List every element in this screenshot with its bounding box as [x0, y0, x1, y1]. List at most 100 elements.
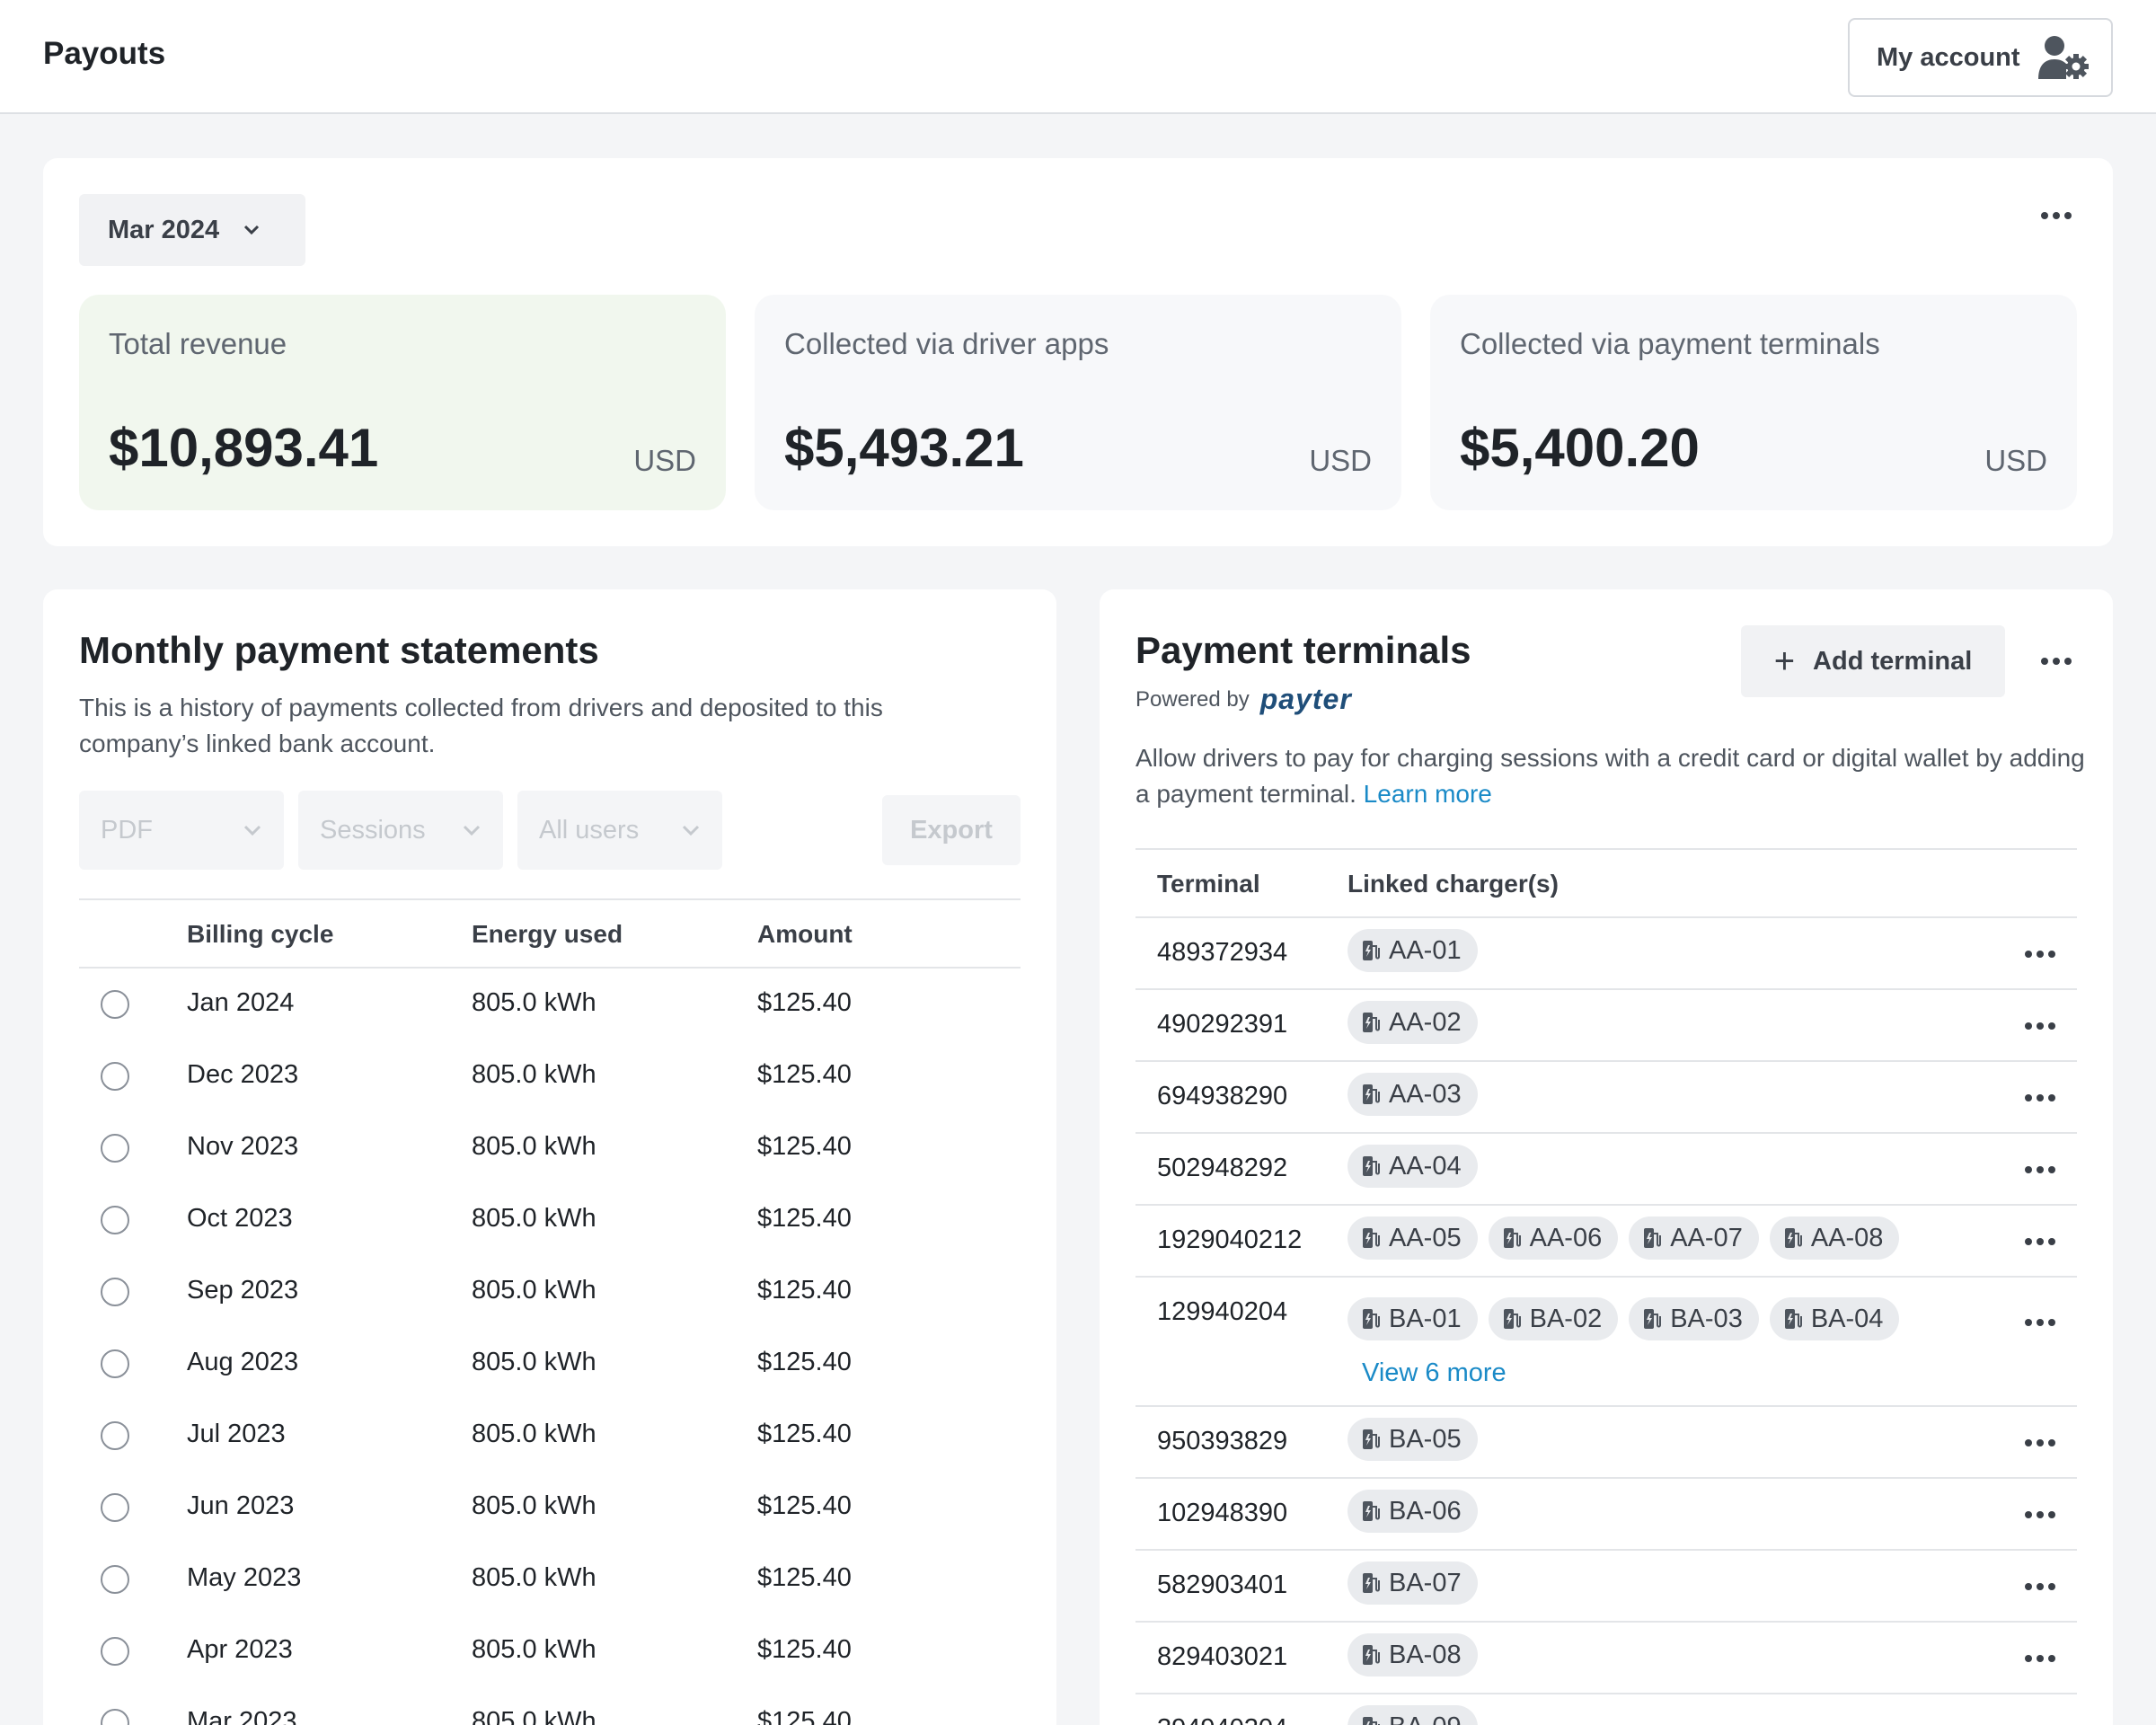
terminal-id: 489372934	[1157, 938, 1288, 967]
charger-icon	[1363, 1501, 1380, 1521]
amount-cell: $125.40	[757, 1132, 852, 1161]
amount-cell: $125.40	[757, 1420, 852, 1448]
users-select[interactable]: All users	[517, 791, 722, 870]
amount-cell: $125.40	[757, 1276, 852, 1305]
statement-row[interactable]: Aug 2023 805.0 kWh $125.40	[79, 1328, 1021, 1400]
stat-label: Collected via payment terminals	[1460, 327, 1880, 360]
charger-chip-label: AA-01	[1389, 935, 1462, 965]
charger-chip[interactable]: BA-02	[1488, 1297, 1619, 1340]
statement-row[interactable]: Oct 2023 805.0 kWh $125.40	[79, 1184, 1021, 1256]
charger-chip[interactable]: BA-09	[1348, 1705, 1478, 1725]
users-select-value: All users	[539, 815, 640, 845]
stat-total-revenue: Total revenue $10,893.41 USD	[79, 295, 726, 510]
terminal-row[interactable]: 502948292 AA-04	[1135, 1134, 2077, 1206]
charger-chip[interactable]: AA-08	[1769, 1216, 1900, 1260]
add-terminal-button[interactable]: + Add terminal	[1741, 625, 2005, 697]
row-more-dots-icon[interactable]	[2025, 1319, 2055, 1326]
export-button[interactable]: Export	[882, 795, 1021, 865]
charger-chip-label: BA-05	[1389, 1424, 1462, 1454]
charger-chip[interactable]: AA-02	[1348, 1001, 1478, 1044]
statement-row[interactable]: Dec 2023 805.0 kWh $125.40	[79, 1040, 1021, 1112]
statement-row[interactable]: Jun 2023 805.0 kWh $125.40	[79, 1472, 1021, 1544]
stat-label: Total revenue	[109, 327, 287, 360]
row-more-dots-icon[interactable]	[2025, 1094, 2055, 1101]
column-header: Billing cycle	[187, 920, 334, 948]
terminal-row[interactable]: 829403021 BA-08	[1135, 1623, 2077, 1694]
terminal-row[interactable]: 950393829 BA-05	[1135, 1407, 2077, 1479]
statement-row[interactable]: May 2023 805.0 kWh $125.40	[79, 1544, 1021, 1615]
radio-icon[interactable]	[101, 1637, 129, 1666]
terminal-id: 102948390	[1157, 1499, 1288, 1527]
plus-icon: +	[1773, 641, 1796, 681]
charger-chip[interactable]: AA-01	[1348, 929, 1478, 972]
row-more-dots-icon[interactable]	[2025, 1511, 2055, 1518]
radio-icon[interactable]	[101, 1349, 129, 1378]
terminal-row[interactable]: 394940204 BA-09	[1135, 1694, 2077, 1725]
charger-chip[interactable]: AA-05	[1348, 1216, 1478, 1260]
radio-icon[interactable]	[101, 1421, 129, 1450]
radio-icon[interactable]	[101, 1134, 129, 1163]
charger-chip[interactable]: BA-04	[1769, 1297, 1900, 1340]
terminal-row[interactable]: 694938290 AA-03	[1135, 1062, 2077, 1134]
month-select[interactable]: Mar 2024	[79, 194, 305, 266]
radio-icon[interactable]	[101, 1709, 129, 1725]
learn-more-link[interactable]: Learn more	[1364, 780, 1492, 808]
row-more-dots-icon[interactable]	[2025, 1583, 2055, 1590]
statement-row[interactable]: Jul 2023 805.0 kWh $125.40	[79, 1400, 1021, 1472]
radio-icon[interactable]	[101, 1493, 129, 1522]
charger-chip[interactable]: BA-01	[1348, 1297, 1478, 1340]
energy-cell: 805.0 kWh	[472, 1204, 596, 1233]
billing-cycle-cell: Jul 2023	[187, 1420, 286, 1448]
format-select[interactable]: PDF	[79, 791, 284, 870]
terminal-row[interactable]: 1929040212 AA-05 AA-06 AA-07 AA-08	[1135, 1206, 2077, 1278]
charger-chip[interactable]: BA-05	[1348, 1418, 1478, 1461]
statement-row[interactable]: Mar 2023 805.0 kWh $125.40	[79, 1687, 1021, 1725]
type-select[interactable]: Sessions	[298, 791, 503, 870]
linked-chargers: BA-05	[1348, 1418, 1478, 1461]
row-more-dots-icon[interactable]	[2025, 1439, 2055, 1446]
radio-icon[interactable]	[101, 1062, 129, 1091]
terminals-more-dots-icon[interactable]	[2041, 658, 2072, 665]
my-account-button[interactable]: My account	[1848, 18, 2113, 97]
billing-cycle-cell: Aug 2023	[187, 1348, 299, 1376]
row-more-dots-icon[interactable]	[2025, 1238, 2055, 1245]
summary-more-dots-icon[interactable]	[2041, 212, 2072, 219]
amount-cell: $125.40	[757, 1635, 852, 1664]
statement-row[interactable]: Apr 2023 805.0 kWh $125.40	[79, 1615, 1021, 1687]
terminal-row[interactable]: 102948390 BA-06	[1135, 1479, 2077, 1551]
stat-currency: USD	[1309, 444, 1372, 477]
charger-chip[interactable]: AA-03	[1348, 1073, 1478, 1116]
radio-icon[interactable]	[101, 1206, 129, 1234]
row-more-dots-icon[interactable]	[2025, 1655, 2055, 1662]
charger-icon	[1363, 941, 1380, 960]
view-more-link[interactable]: View 6 more	[1362, 1358, 1507, 1388]
charger-chip[interactable]: BA-08	[1348, 1633, 1478, 1676]
radio-icon[interactable]	[101, 990, 129, 1019]
charger-chip-label: BA-03	[1670, 1304, 1743, 1333]
statement-row[interactable]: Sep 2023 805.0 kWh $125.40	[79, 1256, 1021, 1328]
amount-cell: $125.40	[757, 1491, 852, 1520]
summary-card: Mar 2024 Total revenue $10,893.41 USD Co…	[43, 158, 2113, 546]
terminal-row[interactable]: 489372934 AA-01	[1135, 918, 2077, 990]
billing-cycle-cell: Jun 2023	[187, 1491, 295, 1520]
terminal-row[interactable]: 490292391 AA-02	[1135, 990, 2077, 1062]
row-more-dots-icon[interactable]	[2025, 951, 2055, 958]
statement-row[interactable]: Nov 2023 805.0 kWh $125.40	[79, 1112, 1021, 1184]
terminal-row[interactable]: 129940204 BA-01 BA-02 BA-03 BA-04 View 6 more	[1135, 1278, 2077, 1407]
row-more-dots-icon[interactable]	[2025, 1022, 2055, 1030]
terminals-card: Payment terminals Powered by payter + Ad…	[1100, 589, 2113, 1725]
charger-chip[interactable]: AA-06	[1488, 1216, 1619, 1260]
statement-row[interactable]: Jan 2024 805.0 kWh $125.40	[79, 969, 1021, 1040]
charger-chip[interactable]: BA-06	[1348, 1490, 1478, 1533]
amount-cell: $125.40	[757, 1204, 852, 1233]
radio-icon[interactable]	[101, 1278, 129, 1306]
terminal-id: 394940204	[1157, 1714, 1287, 1725]
charger-chip[interactable]: AA-07	[1629, 1216, 1759, 1260]
charger-chip[interactable]: BA-07	[1348, 1561, 1478, 1605]
energy-cell: 805.0 kWh	[472, 1132, 596, 1161]
charger-chip[interactable]: BA-03	[1629, 1297, 1759, 1340]
row-more-dots-icon[interactable]	[2025, 1166, 2055, 1173]
charger-chip[interactable]: AA-04	[1348, 1145, 1478, 1188]
radio-icon[interactable]	[101, 1565, 129, 1594]
terminal-row[interactable]: 582903401 BA-07	[1135, 1551, 2077, 1623]
